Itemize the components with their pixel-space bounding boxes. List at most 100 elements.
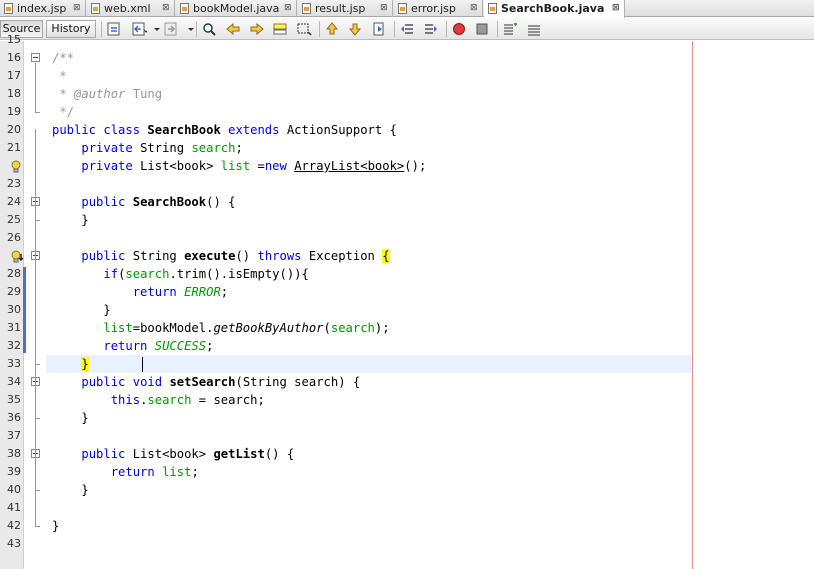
change-indicator-bar <box>23 267 26 353</box>
code-line-background <box>46 31 692 49</box>
code-line-background <box>46 409 692 427</box>
editor-tab-bar: index.jsp ⊠ web.xml ⊠ bookModel.java ⊠ result.… <box>0 0 814 18</box>
line-number: 36 <box>7 411 21 424</box>
code-text: return ERROR; <box>132 285 229 299</box>
code-line-background <box>46 427 692 445</box>
code-line-background <box>46 49 692 67</box>
file-icon <box>302 3 311 14</box>
code-line-background <box>46 355 692 373</box>
code-line-background <box>46 229 692 247</box>
tab-close-icon[interactable]: ⊠ <box>162 1 170 16</box>
code-text: return SUCCESS; <box>103 339 214 353</box>
code-line-background <box>46 67 692 85</box>
editor-tab-searchbook-java[interactable]: SearchBook.java ⊠ <box>484 0 625 18</box>
line-number: 32 <box>7 339 21 352</box>
code-text: if(search.trim().isEmpty()){ <box>103 267 309 281</box>
line-number: 23 <box>7 177 21 190</box>
line-number: 25 <box>7 213 21 226</box>
tab-label: bookModel.java <box>193 2 280 15</box>
line-number: 15 <box>7 33 21 46</box>
tab-label: error.jsp <box>411 2 456 15</box>
line-number: 20 <box>7 123 21 136</box>
editor-tab-error-jsp[interactable]: error.jsp ⊠ <box>394 0 483 17</box>
line-number: 41 <box>7 501 21 514</box>
line-number: 16 <box>7 51 21 64</box>
fold-collapse-icon[interactable] <box>31 53 40 62</box>
code-text: } <box>52 519 60 533</box>
editor-tab-index-jsp[interactable]: index.jsp ⊠ <box>0 0 86 17</box>
code-text: } <box>52 411 89 425</box>
code-line-background <box>46 499 692 517</box>
code-text: * @author Tung <box>52 87 163 101</box>
line-number: 42 <box>7 519 21 532</box>
code-text: */ <box>52 105 75 119</box>
line-number: 28 <box>7 267 21 280</box>
file-icon <box>180 3 189 14</box>
tab-label: SearchBook.java <box>501 2 605 15</box>
code-text: list=bookModel.getBookByAuthor(search); <box>103 321 390 335</box>
line-number: 21 <box>7 141 21 154</box>
code-line-background <box>46 211 692 229</box>
code-text: } <box>52 303 111 317</box>
editor-tab-web-xml[interactable]: web.xml ⊠ <box>87 0 175 17</box>
code-text: } <box>52 213 89 227</box>
line-number: 35 <box>7 393 21 406</box>
line-number: 33 <box>7 357 21 370</box>
code-line-background <box>46 175 692 193</box>
tab-close-icon[interactable]: ⊠ <box>470 1 478 16</box>
tab-close-icon[interactable]: ⊠ <box>284 1 292 16</box>
code-text: /** <box>52 51 75 65</box>
code-text: return list; <box>110 465 199 479</box>
line-number: 37 <box>7 429 21 442</box>
file-icon <box>91 3 100 14</box>
code-line-background <box>46 535 692 553</box>
code-text: public List<book> getList() { <box>81 447 295 461</box>
code-text: public void setSearch(String search) { <box>81 375 361 389</box>
line-number: 39 <box>7 465 21 478</box>
file-icon <box>4 3 13 14</box>
tab-label: web.xml <box>104 2 151 15</box>
code-text: private List<book> list =new ArrayList<b… <box>81 159 427 173</box>
line-number: 19 <box>7 105 21 118</box>
line-number: 18 <box>7 87 21 100</box>
code-line-background <box>46 517 692 535</box>
override-hint-icon[interactable] <box>10 249 24 263</box>
fold-end-marker <box>35 526 40 527</box>
text-caret <box>141 357 143 372</box>
line-number: 30 <box>7 303 21 316</box>
code-editor[interactable]: 15 16 /** 17 * 18 * @author Tung 19 */ 20 publi… <box>0 33 814 569</box>
code-line-background <box>46 481 692 499</box>
code-text: public SearchBook() { <box>81 195 236 209</box>
tab-label: index.jsp <box>17 2 67 15</box>
right-margin-line <box>692 41 693 569</box>
fold-end-marker <box>35 112 40 113</box>
line-number: 17 <box>7 69 21 82</box>
tab-label: result.jsp <box>315 2 366 15</box>
code-text: } <box>52 483 89 497</box>
line-number: 38 <box>7 447 21 460</box>
line-number: 43 <box>7 537 21 550</box>
line-number: 26 <box>7 231 21 244</box>
warning-bulb-icon[interactable] <box>10 159 22 173</box>
line-number: 29 <box>7 285 21 298</box>
editor-tab-bookmodel-java[interactable]: bookModel.java ⊠ <box>176 0 297 17</box>
file-icon <box>398 3 407 14</box>
tab-close-icon[interactable]: ⊠ <box>612 1 620 16</box>
line-number: 24 <box>7 195 21 208</box>
code-line-background <box>46 301 692 319</box>
line-number: 31 <box>7 321 21 334</box>
code-text: public class SearchBook extends ActionSu… <box>52 123 397 137</box>
code-text: private String search; <box>81 141 243 155</box>
code-text: public String execute() throws Exception… <box>81 249 390 263</box>
code-text: this.search = search; <box>110 393 265 407</box>
tab-close-icon[interactable]: ⊠ <box>380 1 388 16</box>
fold-guide-line <box>35 63 36 112</box>
code-line-background <box>46 103 692 121</box>
file-icon <box>488 3 497 14</box>
code-text: * <box>52 69 67 83</box>
code-text: } <box>81 357 89 371</box>
fold-guide-line <box>35 129 36 526</box>
line-number: 34 <box>7 375 21 388</box>
editor-tab-result-jsp[interactable]: result.jsp ⊠ <box>298 0 393 17</box>
tab-close-icon[interactable]: ⊠ <box>73 1 81 16</box>
